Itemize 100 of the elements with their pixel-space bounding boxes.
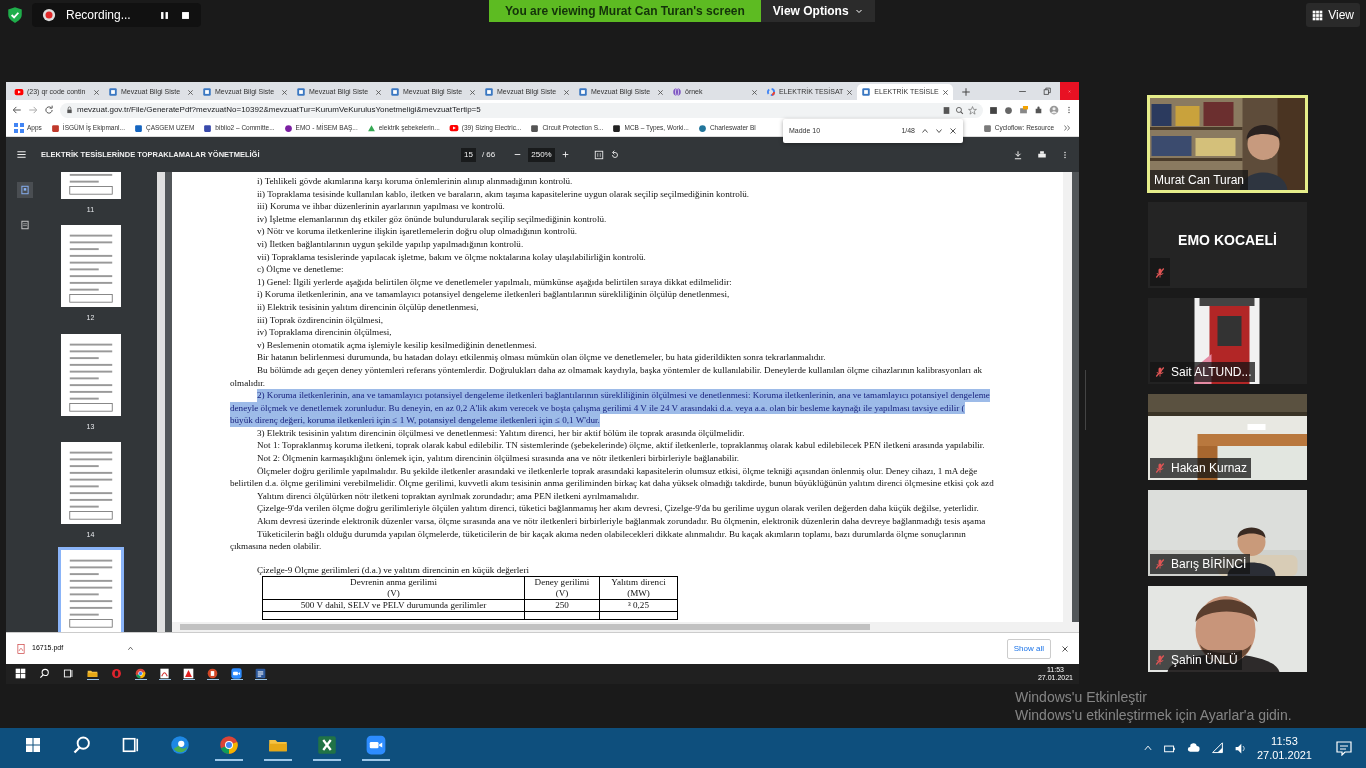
table-caption: Çizelge-9 Ölçme gerilimleri (d.a.) ve yalıtım direncinin en küçük değerleri: [257, 564, 530, 576]
caret-up-icon[interactable]: [1142, 743, 1153, 753]
text-line: iv) Topraklama direncinin ölçülmesi,: [256, 326, 392, 339]
search-icon[interactable]: [39, 668, 50, 679]
reload-icon[interactable]: [44, 105, 54, 115]
stop-icon[interactable]: [179, 9, 191, 21]
profile-icon[interactable]: [1049, 105, 1059, 115]
scrollbar[interactable]: [1063, 172, 1072, 622]
page-thumbnail[interactable]: [60, 333, 121, 416]
chevron-up-icon[interactable]: [921, 127, 929, 135]
task-view-icon[interactable]: [120, 735, 141, 755]
cloud-icon[interactable]: [1185, 741, 1201, 755]
document-app-icon[interactable]: [255, 668, 266, 679]
muted-microphone-icon: [1154, 462, 1166, 474]
close-icon[interactable]: [657, 88, 664, 96]
double-chevron-icon[interactable]: [1063, 124, 1071, 132]
outline-icon[interactable]: [20, 220, 30, 230]
zoom-icon[interactable]: [955, 105, 964, 115]
page-icon: [484, 87, 494, 97]
page-field[interactable]: 15: [461, 147, 476, 162]
close-icon[interactable]: [93, 88, 100, 96]
text-line: 1) Genel: İlgili yerlerde aşağıda belirtilen ölçme ve denetlemeler yapılmalı, mümkünse aşağıda belirtilen sıraya dikkat edilmelidir:: [256, 275, 732, 289]
view-button[interactable]: View: [1306, 3, 1360, 27]
close-icon[interactable]: [469, 88, 476, 96]
wifi-icon[interactable]: [1210, 741, 1224, 755]
windows-icon[interactable]: [24, 737, 41, 753]
back-icon[interactable]: [12, 105, 22, 115]
video-tile[interactable]: EMO KOCAELİ: [1148, 202, 1307, 288]
address-field[interactable]: mevzuat.gov.tr/File/GeneratePdf?mevzuatNo=10392&mevzuatTur=KurumVeKurulusYonetmeligi&mevzuatTertip=5: [60, 102, 983, 118]
text-line: v) Nötr ve koruma iletkenlerine ilişkin işaretlemelerin doğru olup olmadığının kontrolü.: [256, 225, 577, 238]
spreadsheet-app-icon[interactable]: [316, 735, 337, 755]
text-line: Çizelge-9'da verilen ölçme doğru gerilimleriyle ölçülen yalıtım direnci, tüketici bağlanmamış her akım devresi, Çizelge-9'da bu gerilime uygun olarak verilen değerden daha küçük değilse, yeterlidir.: [256, 502, 979, 516]
close-icon[interactable]: [846, 88, 854, 96]
more-icon[interactable]: [1065, 105, 1073, 115]
page-icon: [390, 87, 400, 97]
text-line: i) Tehlikeli gövde akımlarına karşı koruma önlemlerinin alınıp alınmadığının kontrolü.: [256, 175, 573, 188]
chevron-down-icon[interactable]: [935, 127, 943, 135]
text-line: Bir hatanın belirlenmesi durumunda, bu hatadan dolayı etkilenmiş olması mümkün olan ölçme ve denetlemeler, bu hata giderildikten sonra tekrarlanmalıdır.: [256, 351, 826, 364]
pdf-reader-icon[interactable]: [159, 668, 170, 679]
close-icon[interactable]: [949, 127, 957, 135]
text-line: belirtilen d.a. ölçme gerilimini verebilmelidir. Ölçme gerilimi, kuvvetli akım tesisinin anma geriliminden birkaç kat daha yüksek olmadığı takdirde, bunun büyüklüğünün yalıtım direnci ölçmesine etkisi çok azd: [230, 477, 994, 490]
close-icon[interactable]: [563, 88, 570, 96]
clock-time: 11:53: [1270, 734, 1299, 748]
lock-icon: [66, 106, 73, 114]
slides-app-icon[interactable]: [207, 668, 218, 679]
rotate-icon[interactable]: [609, 149, 620, 160]
video-tile[interactable]: Barış BİRİNCİ: [1148, 490, 1307, 576]
page-thumbnail[interactable]: [60, 441, 121, 524]
show-all-button[interactable]: Show all: [1006, 638, 1051, 659]
fit-page-icon[interactable]: [593, 149, 604, 160]
windows-icon[interactable]: [15, 668, 26, 679]
table-cell: ³ 0,25: [599, 599, 678, 612]
close-icon[interactable]: [751, 88, 758, 96]
text-line: Not 1: Topraklanmış koruma iletkeni, toprak olarak kabul edilebilir. TN sistemlerinde (şebekelerinde) ölçme, aktif iletkenlerle, topraklanmış olarak kabul edilebilecek PEN iletkeni arasında yapılabilir.: [256, 439, 985, 453]
more-icon[interactable]: [1061, 149, 1069, 160]
triangle-app-icon[interactable]: [183, 668, 194, 679]
close-icon[interactable]: [187, 88, 194, 96]
page-thumbnail[interactable]: [60, 550, 121, 632]
new-tab-icon[interactable]: [960, 87, 971, 97]
ring-icon: [766, 87, 776, 97]
restore-icon[interactable]: [1043, 86, 1052, 96]
text-line: 3) Elektrik tesisinin yalıtım direncinin ölçülmesi ve denetlenmesi: Yalıtım direnci, her bir aktif bölüm ile toprak arasında ölçülmelidir.: [256, 426, 745, 440]
search-icon[interactable]: [71, 735, 92, 755]
notification-icon[interactable]: [1336, 740, 1352, 756]
page-icon: [202, 87, 212, 97]
chevron-up-icon[interactable]: [127, 645, 134, 652]
scrollbar-thumb[interactable]: [180, 624, 870, 630]
globe-icon: [672, 87, 682, 97]
task-view-icon[interactable]: [63, 668, 74, 679]
puzzle-icon[interactable]: [1034, 105, 1043, 115]
star-icon[interactable]: [968, 105, 977, 115]
pause-icon[interactable]: [158, 9, 170, 21]
record-icon: [42, 8, 56, 22]
download-icon[interactable]: [1013, 149, 1023, 160]
scrollbar[interactable]: [172, 622, 1079, 632]
close-icon[interactable]: [375, 88, 382, 96]
view-options-button[interactable]: View Options: [760, 0, 875, 22]
video-camera-icon[interactable]: [365, 735, 386, 755]
text-line: Yalıtım direnci ölçülürken nötr iletkeni topraktan ayrılmak zorundadır; ama PEN iletkeni ayrılmamalıdır.: [256, 489, 639, 503]
menu-icon[interactable]: [16, 149, 27, 160]
print-icon[interactable]: [1037, 149, 1047, 160]
folder-icon[interactable]: [87, 668, 98, 679]
thumbnails-icon[interactable]: [20, 185, 30, 195]
page-action-icon[interactable]: [942, 105, 951, 115]
video-tile[interactable]: Hakan Kurnaz: [1148, 394, 1307, 480]
page-thumbnail[interactable]: [60, 225, 121, 308]
scrollbar[interactable]: [157, 172, 165, 632]
muted-microphone-icon: [1154, 654, 1166, 666]
video-tile[interactable]: Şahin ÜNLÜ: [1148, 586, 1307, 672]
zoom-in-icon[interactable]: [560, 150, 570, 159]
volume-icon[interactable]: [1233, 741, 1247, 755]
zoom-field[interactable]: 250%: [528, 147, 555, 162]
column-header: Devrenin anma gerilimi (V): [262, 576, 525, 600]
video-tile[interactable]: Murat Can Turan: [1148, 96, 1307, 192]
close-icon[interactable]: [281, 88, 288, 96]
participant-name: Barış BİRİNCİ: [1171, 556, 1247, 573]
close-icon[interactable]: [1061, 644, 1069, 653]
activation-notice: Windows'u etkinleştirmek için Ayarlar'a gidin.: [1015, 706, 1292, 724]
close-icon[interactable]: [941, 88, 949, 96]
video-camera-icon[interactable]: [231, 668, 242, 679]
